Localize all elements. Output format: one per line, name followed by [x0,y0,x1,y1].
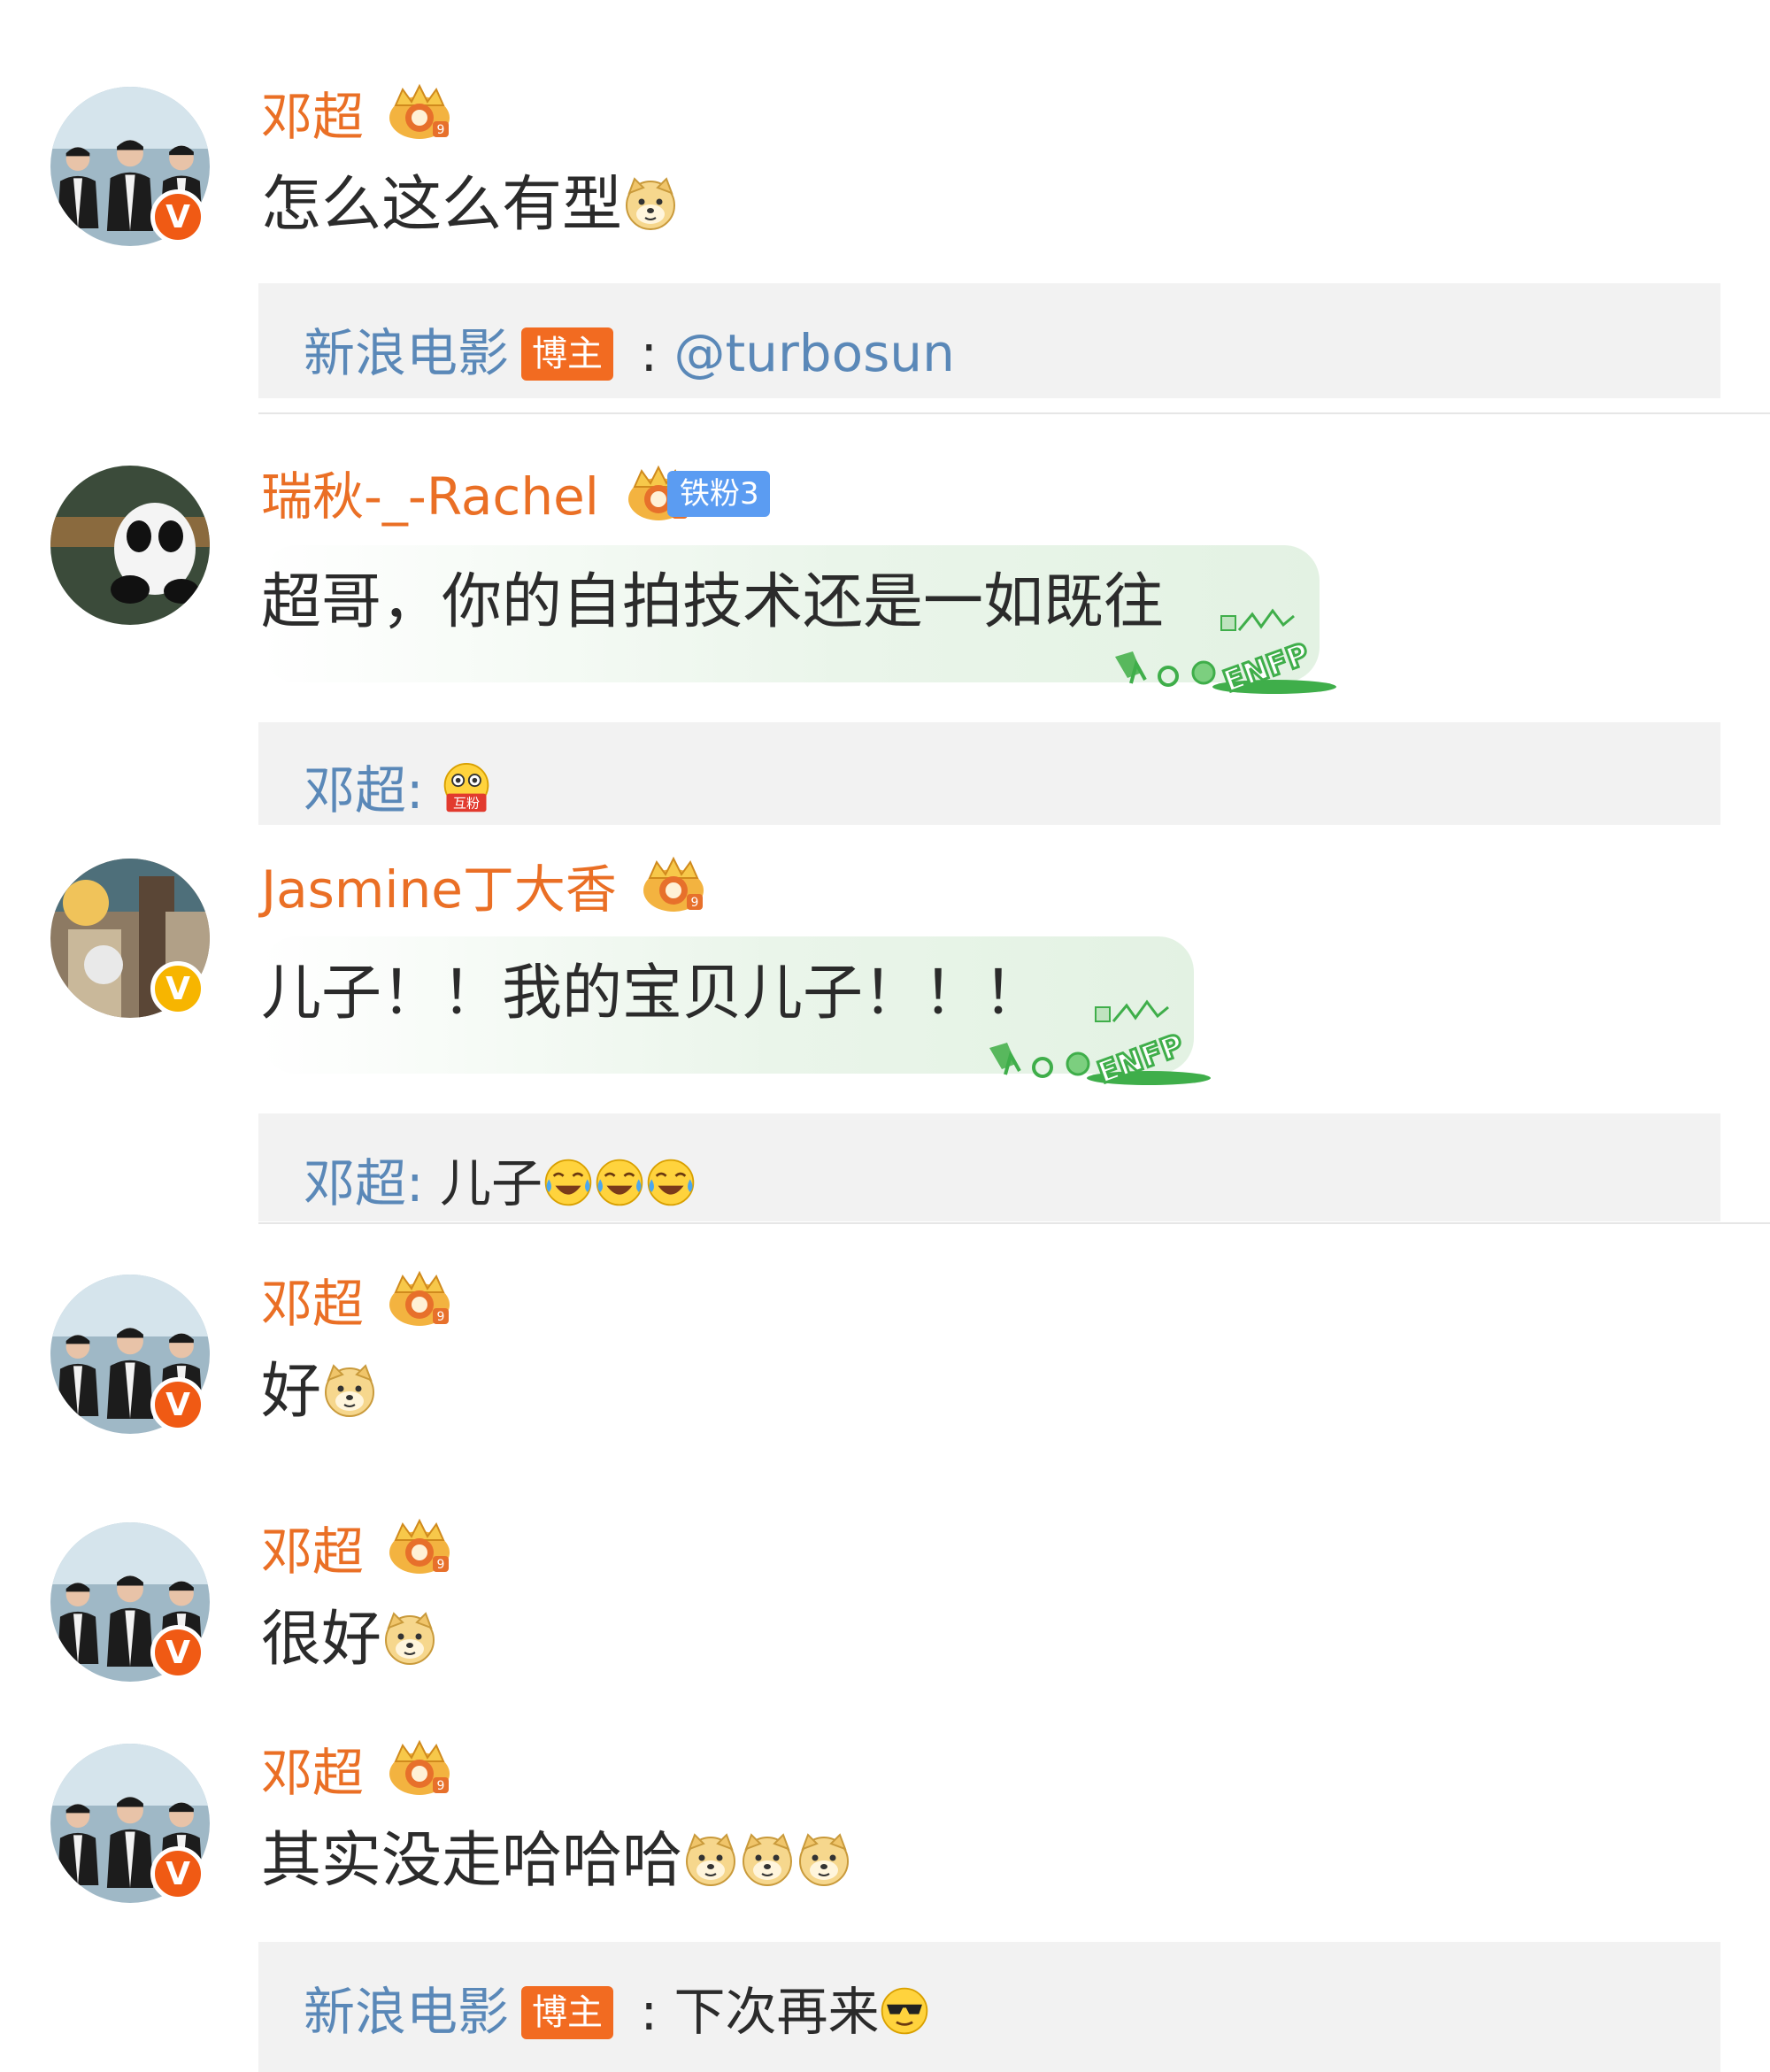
reply-author[interactable]: 邓超: [304,760,424,820]
comment-text: 怎么这么有型 [261,166,679,245]
laugh-cry-icon [543,1157,594,1208]
divider [258,1222,1770,1224]
enfp-card-icon [981,986,1220,1092]
reply-text: 儿子 [439,1153,543,1213]
reply-line: 邓超: [304,759,493,821]
username[interactable]: Jasmine丁大香 [261,859,617,920]
crown-icon [383,1738,456,1800]
mention-link[interactable]: @turbosun [673,323,954,383]
reply-line: 邓超: 儿子 [304,1152,696,1214]
reply-line: 新浪电影 博主 : @turbosun [304,323,955,383]
crown-icon [383,82,456,144]
reply-text: 下次再来 [673,1982,880,2042]
doge-icon [622,175,679,232]
avatar[interactable] [50,466,210,625]
verified-badge-icon: V [150,1625,205,1680]
verified-badge-icon: V [150,189,205,244]
divider [258,412,1770,414]
mutual-fan-icon [440,762,493,815]
username[interactable]: 瑞秋-_-Rachel [261,466,599,528]
crown-icon [383,1517,456,1579]
laugh-cry-icon [645,1157,696,1208]
username[interactable]: 邓超 [261,1742,364,1804]
doge-icon [321,1362,378,1419]
crown-icon [637,855,710,917]
laugh-cry-icon [594,1157,645,1208]
comment-text: 很好 [261,1600,438,1680]
doge-icon [739,1831,796,1888]
fan-badge: 铁粉3 [667,471,770,517]
comment-text: 儿子！！我的宝贝儿子！！！ [261,959,1044,1028]
enfp-card-icon [1106,595,1345,701]
doge-icon [381,1610,438,1667]
username[interactable]: 邓超 [261,1521,364,1583]
verified-badge-icon: V [150,1377,205,1432]
comment-text: 其实没走哈哈哈 [261,1822,852,1901]
reply-line: 新浪电影 博主 : 下次再来 [304,1981,930,2043]
blogger-badge: 博主 [521,327,614,381]
verified-badge-icon: V [150,961,205,1016]
doge-icon [796,1831,852,1888]
doge-icon [682,1831,739,1888]
reply-author[interactable]: 新浪电影 [304,323,509,383]
reply-author[interactable]: 新浪电影 [304,1982,509,2042]
username[interactable]: 邓超 [261,1273,364,1335]
username[interactable]: 邓超 [261,86,364,148]
blogger-badge: 博主 [521,1986,614,2039]
comment-text: 超哥，你的自拍技术还是一如既往 [261,567,1165,637]
comment-text: 好 [261,1352,378,1432]
crown-icon [383,1269,456,1331]
verified-badge-icon: V [150,1846,205,1901]
reply-author[interactable]: 邓超: [304,1153,424,1213]
cool-sunglasses-icon [879,1985,930,2037]
